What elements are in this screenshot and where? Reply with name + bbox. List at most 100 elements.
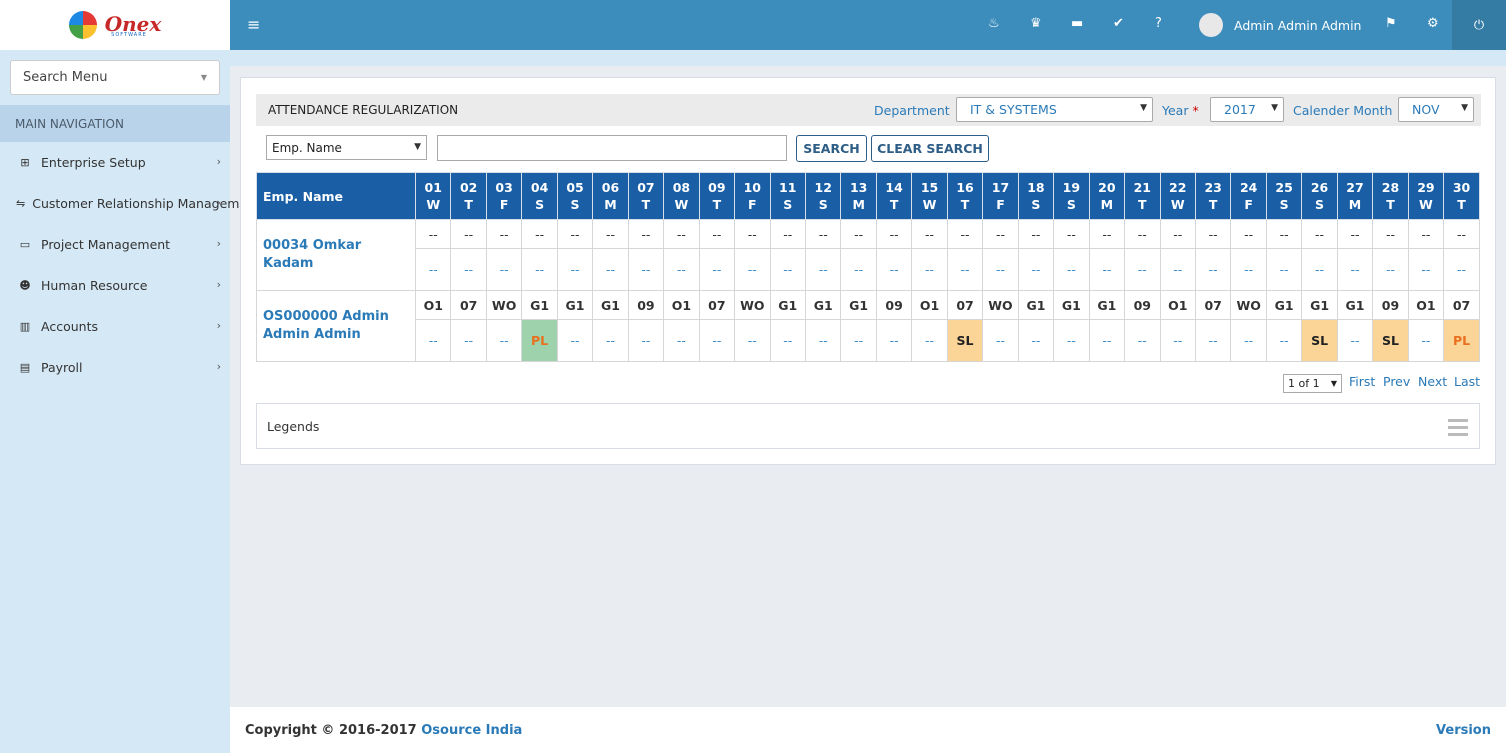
shift-cell[interactable]: G1 <box>592 290 629 320</box>
checklist-icon[interactable]: ✔ <box>1113 16 1124 31</box>
shift-cell[interactable]: -- <box>840 219 877 249</box>
shift-cell[interactable]: -- <box>1230 219 1267 249</box>
leave-cell[interactable]: -- <box>450 319 487 362</box>
leave-cell[interactable]: -- <box>592 248 629 291</box>
leave-cell[interactable]: -- <box>875 319 913 362</box>
leave-cell[interactable]: -- <box>1443 248 1480 291</box>
power-icon[interactable]: ⏻ <box>1452 0 1506 50</box>
leave-cell[interactable]: -- <box>556 248 594 291</box>
shift-cell[interactable]: -- <box>1088 219 1126 249</box>
shift-cell[interactable]: -- <box>1336 219 1374 249</box>
shift-cell[interactable]: -- <box>1053 219 1090 249</box>
leave-cell[interactable]: -- <box>1336 248 1374 291</box>
leave-cell[interactable]: -- <box>1053 319 1090 362</box>
shift-cell[interactable]: -- <box>663 219 700 249</box>
shift-cell[interactable]: G1 <box>521 290 558 320</box>
shift-cell[interactable]: WO <box>982 290 1019 320</box>
leave-cell[interactable]: -- <box>521 248 558 291</box>
sidebar-item-accounts[interactable]: ▥ Accounts › <box>0 306 230 347</box>
year-select[interactable]: 2017 ▼ <box>1210 97 1284 122</box>
shift-cell[interactable]: 09 <box>875 290 913 320</box>
shift-cell[interactable]: -- <box>1301 219 1338 249</box>
shift-cell[interactable]: 07 <box>450 290 487 320</box>
shift-cell[interactable]: WO <box>485 290 523 320</box>
leave-cell[interactable]: -- <box>627 319 665 362</box>
employee-name-link[interactable]: 00034 Omkar Kadam <box>256 219 416 291</box>
month-select[interactable]: NOV ▼ <box>1398 97 1474 122</box>
shift-cell[interactable]: G1 <box>769 290 806 320</box>
wallet-icon[interactable]: ▬ <box>1071 16 1083 31</box>
sidebar-item-crm[interactable]: ⇋ Customer Relationship Management › <box>0 183 260 224</box>
leave-cell[interactable]: -- <box>450 248 487 291</box>
shift-cell[interactable]: -- <box>592 219 629 249</box>
shift-cell[interactable]: O1 <box>414 290 452 320</box>
leave-cell[interactable]: -- <box>485 319 523 362</box>
shift-cell[interactable]: -- <box>485 219 523 249</box>
shift-cell[interactable]: -- <box>804 219 842 249</box>
leave-cell[interactable]: -- <box>1336 319 1374 362</box>
leave-cell[interactable]: -- <box>982 319 1019 362</box>
leave-cell[interactable]: -- <box>1053 248 1090 291</box>
leave-cell[interactable]: SL <box>1372 319 1409 362</box>
leave-cell[interactable]: -- <box>485 248 523 291</box>
trophy-icon[interactable]: ♛ <box>1030 16 1042 31</box>
leave-cell[interactable]: -- <box>556 319 594 362</box>
settings-icon[interactable]: ⚙ <box>1427 16 1439 31</box>
leave-cell[interactable]: -- <box>769 248 806 291</box>
sidebar-item-payroll[interactable]: ▤ Payroll › <box>0 347 230 388</box>
shift-cell[interactable]: 07 <box>1194 290 1232 320</box>
leave-cell[interactable]: -- <box>1159 319 1196 362</box>
leave-cell[interactable]: -- <box>911 248 948 291</box>
leave-cell[interactable]: -- <box>1088 319 1126 362</box>
legends-menu-icon[interactable] <box>1448 419 1468 440</box>
leave-cell[interactable]: -- <box>1407 248 1445 291</box>
page-select[interactable]: 1 of 1 ▼ <box>1283 374 1342 393</box>
leave-cell[interactable]: -- <box>875 248 913 291</box>
department-select[interactable]: IT & SYSTEMS ▼ <box>956 97 1153 122</box>
shift-cell[interactable]: -- <box>769 219 806 249</box>
shift-cell[interactable]: G1 <box>556 290 594 320</box>
pager-prev-link[interactable]: Prev <box>1383 374 1410 389</box>
leave-cell[interactable]: -- <box>1372 248 1409 291</box>
avatar[interactable] <box>1199 13 1223 37</box>
shift-cell[interactable]: -- <box>556 219 594 249</box>
leave-cell[interactable]: -- <box>1194 319 1232 362</box>
shift-cell[interactable]: -- <box>1265 219 1303 249</box>
shift-cell[interactable]: -- <box>875 219 913 249</box>
shift-cell[interactable]: -- <box>734 219 771 249</box>
shift-cell[interactable]: -- <box>1407 219 1445 249</box>
shift-cell[interactable]: -- <box>946 219 984 249</box>
shift-cell[interactable]: O1 <box>663 290 700 320</box>
leave-cell[interactable]: -- <box>1159 248 1196 291</box>
shift-cell[interactable]: G1 <box>1336 290 1374 320</box>
leave-cell[interactable]: -- <box>698 248 736 291</box>
shift-cell[interactable]: -- <box>1017 219 1055 249</box>
leave-cell[interactable]: -- <box>982 248 1019 291</box>
user-name[interactable]: Admin Admin Admin <box>1234 18 1361 33</box>
employee-filter-select[interactable]: Emp. Name ▼ <box>266 135 427 160</box>
leave-cell[interactable]: -- <box>840 319 877 362</box>
version-link[interactable]: Version <box>1436 723 1491 738</box>
help-icon[interactable]: ? <box>1155 16 1162 31</box>
leave-cell[interactable]: -- <box>804 248 842 291</box>
birthday-cake-icon[interactable]: ♨ <box>988 16 1000 31</box>
brand-logo[interactable]: Onex SOFTWARE <box>0 0 230 50</box>
shift-cell[interactable]: -- <box>1194 219 1232 249</box>
shift-cell[interactable]: 07 <box>698 290 736 320</box>
leave-cell[interactable]: -- <box>804 319 842 362</box>
leave-cell[interactable]: -- <box>414 319 452 362</box>
leave-cell[interactable]: -- <box>734 319 771 362</box>
sidebar-item-project-management[interactable]: ▭ Project Management › <box>0 224 230 265</box>
shift-cell[interactable]: WO <box>1230 290 1267 320</box>
shift-cell[interactable]: -- <box>911 219 948 249</box>
company-link[interactable]: Osource India <box>421 723 522 738</box>
employee-name-link[interactable]: OS000000 Admin Admin Admin <box>256 290 416 362</box>
shift-cell[interactable]: G1 <box>1265 290 1303 320</box>
shift-cell[interactable]: -- <box>627 219 665 249</box>
leave-cell[interactable]: -- <box>1017 319 1055 362</box>
leave-cell[interactable]: PL <box>1443 319 1480 362</box>
leave-cell[interactable]: -- <box>1124 319 1161 362</box>
shift-cell[interactable]: -- <box>1372 219 1409 249</box>
shift-cell[interactable]: 07 <box>1443 290 1480 320</box>
shift-cell[interactable]: -- <box>1124 219 1161 249</box>
